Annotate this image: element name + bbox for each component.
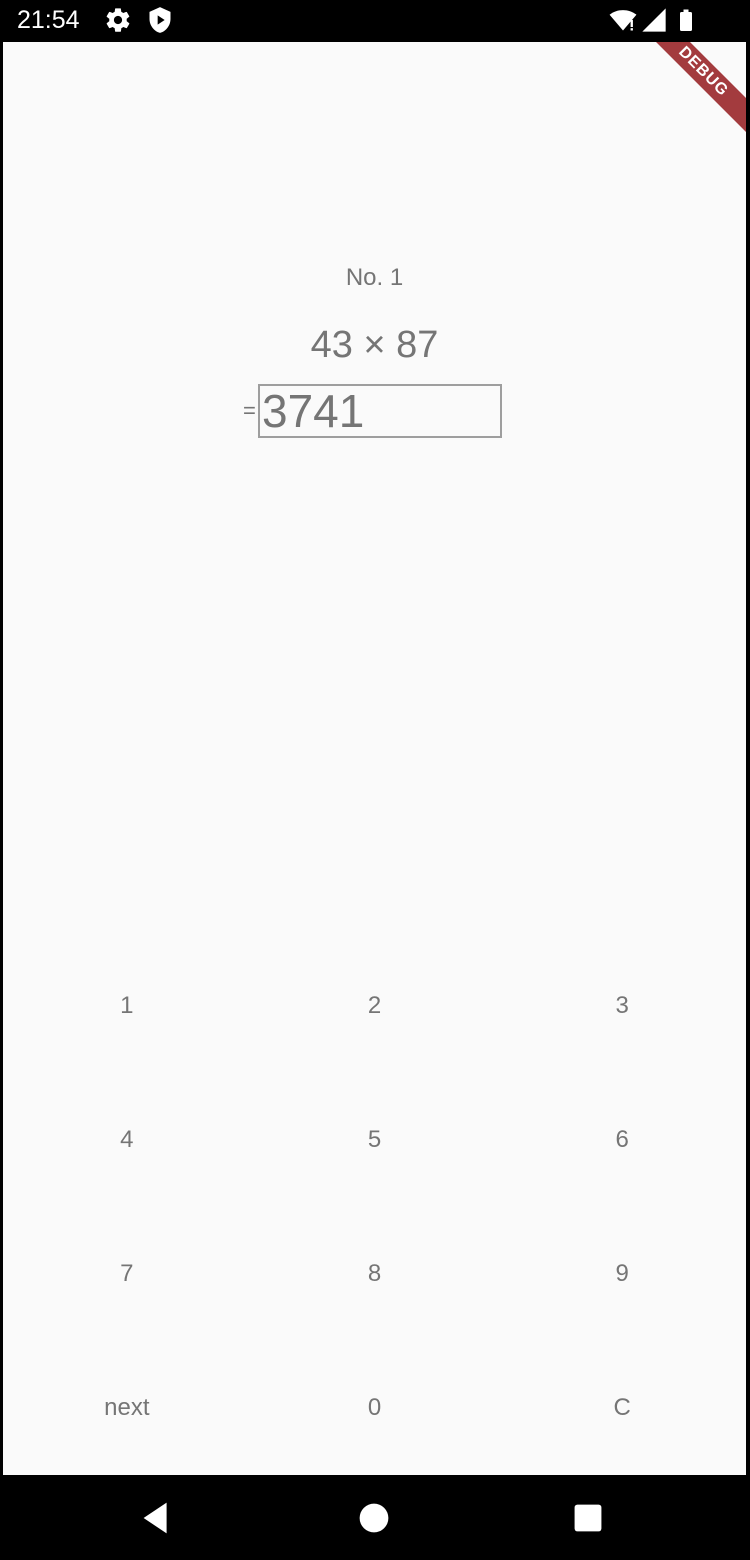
equals-sign: = — [243, 398, 256, 423]
clear-button[interactable]: C — [498, 1341, 746, 1475]
next-button[interactable]: next — [3, 1341, 251, 1475]
phone-frame: 21:54 DEBUG No. 1 43 × 87 = 3741 1 2 3 4… — [0, 0, 750, 1560]
problem-number: No. 1 — [345, 264, 404, 291]
key-2[interactable]: 2 — [251, 939, 499, 1073]
recents-icon[interactable] — [565, 1495, 611, 1541]
number-keypad: 1 2 3 4 5 6 7 8 9 next 0 C — [3, 939, 746, 1475]
status-bar: 21:54 — [0, 0, 750, 42]
key-6[interactable]: 6 — [498, 1073, 746, 1207]
keypad-row: 4 5 6 — [3, 1073, 746, 1207]
app-screen: DEBUG No. 1 43 × 87 = 3741 1 2 3 4 5 6 7… — [3, 42, 746, 1475]
key-9[interactable]: 9 — [498, 1207, 746, 1341]
key-1[interactable]: 1 — [3, 939, 251, 1073]
keypad-row: 1 2 3 — [3, 939, 746, 1073]
cell-signal-icon — [640, 6, 668, 34]
keypad-row: next 0 C — [3, 1341, 746, 1475]
key-4[interactable]: 4 — [3, 1073, 251, 1207]
key-8[interactable]: 8 — [251, 1207, 499, 1341]
key-7[interactable]: 7 — [3, 1207, 251, 1341]
battery-icon — [674, 6, 702, 34]
key-3[interactable]: 3 — [498, 939, 746, 1073]
debug-banner: DEBUG — [634, 42, 746, 141]
key-5[interactable]: 5 — [251, 1073, 499, 1207]
home-icon[interactable] — [351, 1495, 397, 1541]
settings-icon — [104, 6, 132, 34]
equation-text: 43 × 87 — [310, 324, 439, 366]
navigation-bar — [0, 1475, 750, 1560]
back-icon[interactable] — [134, 1495, 180, 1541]
key-0[interactable]: 0 — [251, 1341, 499, 1475]
answer-input[interactable]: 3741 — [258, 384, 502, 438]
screen-edge — [746, 1025, 750, 1475]
wifi-icon — [608, 6, 637, 34]
keypad-row: 7 8 9 — [3, 1207, 746, 1341]
shield-play-icon — [146, 6, 174, 34]
status-time: 21:54 — [17, 6, 80, 34]
